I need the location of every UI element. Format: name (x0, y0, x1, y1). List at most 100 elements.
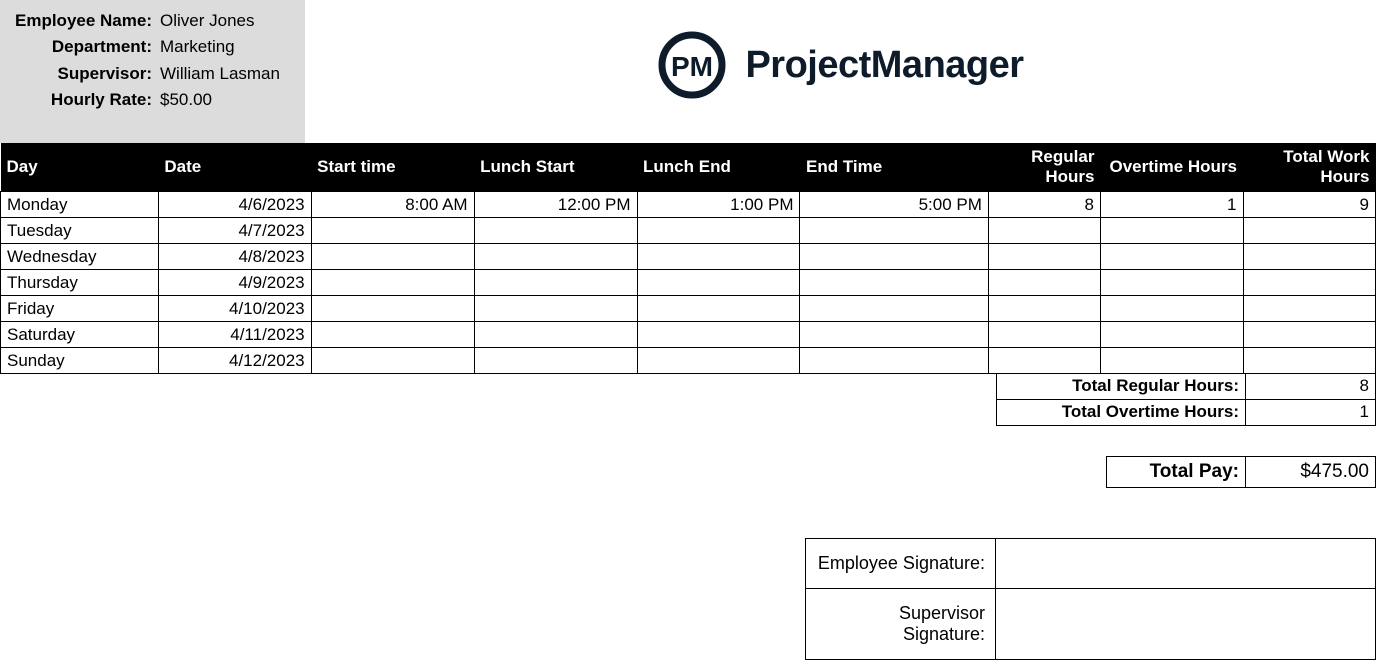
table-row: Sunday4/12/2023 (1, 348, 1376, 374)
overtime-hours-cell[interactable] (1100, 348, 1243, 374)
svg-text:PM: PM (671, 51, 713, 82)
total-hours-cell[interactable] (1243, 218, 1375, 244)
brand-name: ProjectManager (745, 44, 1023, 87)
lunch-start-cell[interactable] (474, 270, 637, 296)
supervisor-signature-field[interactable] (996, 589, 1376, 660)
start-time-cell[interactable] (311, 348, 474, 374)
regular-hours-cell[interactable] (988, 322, 1100, 348)
start-time-cell[interactable] (311, 218, 474, 244)
supervisor-value: William Lasman (160, 61, 295, 87)
regular-hours-cell[interactable] (988, 218, 1100, 244)
day-cell: Monday (1, 192, 159, 218)
day-cell: Friday (1, 296, 159, 322)
lunch-end-cell[interactable] (637, 218, 800, 244)
end-time-cell[interactable] (800, 270, 988, 296)
start-time-cell[interactable] (311, 296, 474, 322)
department-label: Department: (10, 34, 160, 60)
col-day: Day (1, 143, 159, 192)
day-cell: Sunday (1, 348, 159, 374)
lunch-start-cell[interactable] (474, 296, 637, 322)
lunch-end-cell[interactable] (637, 322, 800, 348)
regular-hours-cell[interactable]: 8 (988, 192, 1100, 218)
end-time-cell[interactable]: 5:00 PM (800, 192, 988, 218)
lunch-start-cell[interactable]: 12:00 PM (474, 192, 637, 218)
day-cell: Saturday (1, 322, 159, 348)
lunch-start-cell[interactable] (474, 348, 637, 374)
date-cell[interactable]: 4/12/2023 (158, 348, 311, 374)
start-time-cell[interactable] (311, 270, 474, 296)
day-cell: Thursday (1, 270, 159, 296)
day-cell: Tuesday (1, 218, 159, 244)
employee-signature-field[interactable] (996, 539, 1376, 589)
total-hours-cell[interactable] (1243, 244, 1375, 270)
end-time-cell[interactable] (800, 348, 988, 374)
brand-block: PM ProjectManager (305, 0, 1376, 100)
date-cell[interactable]: 4/11/2023 (158, 322, 311, 348)
total-hours-cell[interactable]: 9 (1243, 192, 1375, 218)
employee-name-label: Employee Name: (10, 8, 160, 34)
end-time-cell[interactable] (800, 218, 988, 244)
regular-hours-cell[interactable] (988, 244, 1100, 270)
supervisor-label: Supervisor: (10, 61, 160, 87)
supervisor-signature-label: Supervisor Signature: (806, 589, 996, 660)
start-time-cell[interactable]: 8:00 AM (311, 192, 474, 218)
col-lunch-start: Lunch Start (474, 143, 637, 192)
lunch-end-cell[interactable] (637, 244, 800, 270)
timesheet-table: Day Date Start time Lunch Start Lunch En… (0, 143, 1376, 374)
total-hours-cell[interactable] (1243, 322, 1375, 348)
department-value: Marketing (160, 34, 295, 60)
col-end-time: End Time (800, 143, 988, 192)
day-cell: Wednesday (1, 244, 159, 270)
employee-name-value: Oliver Jones (160, 8, 295, 34)
total-regular-hours-value: 8 (1246, 374, 1376, 400)
lunch-start-cell[interactable] (474, 322, 637, 348)
col-date: Date (158, 143, 311, 192)
total-pay-label: Total Pay: (1106, 456, 1246, 488)
overtime-hours-cell[interactable] (1100, 244, 1243, 270)
start-time-cell[interactable] (311, 244, 474, 270)
lunch-end-cell[interactable]: 1:00 PM (637, 192, 800, 218)
total-hours-cell[interactable] (1243, 270, 1375, 296)
col-total-work-hours: Total Work Hours (1243, 143, 1375, 192)
lunch-end-cell[interactable] (637, 270, 800, 296)
col-regular-hours: Regular Hours (988, 143, 1100, 192)
regular-hours-cell[interactable] (988, 348, 1100, 374)
table-row: Saturday4/11/2023 (1, 322, 1376, 348)
date-cell[interactable]: 4/9/2023 (158, 270, 311, 296)
regular-hours-cell[interactable] (988, 270, 1100, 296)
start-time-cell[interactable] (311, 322, 474, 348)
date-cell[interactable]: 4/8/2023 (158, 244, 311, 270)
overtime-hours-cell[interactable] (1100, 270, 1243, 296)
employee-signature-label: Employee Signature: (806, 539, 996, 589)
lunch-end-cell[interactable] (637, 296, 800, 322)
lunch-start-cell[interactable] (474, 218, 637, 244)
lunch-end-cell[interactable] (637, 348, 800, 374)
col-lunch-end: Lunch End (637, 143, 800, 192)
total-regular-hours-label: Total Regular Hours: (996, 374, 1246, 400)
total-overtime-hours-label: Total Overtime Hours: (996, 400, 1246, 426)
overtime-hours-cell[interactable] (1100, 296, 1243, 322)
total-hours-cell[interactable] (1243, 348, 1375, 374)
overtime-hours-cell[interactable]: 1 (1100, 192, 1243, 218)
total-pay-value: $475.00 (1246, 456, 1376, 488)
date-cell[interactable]: 4/10/2023 (158, 296, 311, 322)
regular-hours-cell[interactable] (988, 296, 1100, 322)
total-hours-cell[interactable] (1243, 296, 1375, 322)
end-time-cell[interactable] (800, 322, 988, 348)
end-time-cell[interactable] (800, 244, 988, 270)
table-row: Friday4/10/2023 (1, 296, 1376, 322)
pm-logo-icon: PM (657, 30, 727, 100)
date-cell[interactable]: 4/7/2023 (158, 218, 311, 244)
overtime-hours-cell[interactable] (1100, 322, 1243, 348)
end-time-cell[interactable] (800, 296, 988, 322)
table-row: Tuesday4/7/2023 (1, 218, 1376, 244)
col-overtime-hours: Overtime Hours (1100, 143, 1243, 192)
date-cell[interactable]: 4/6/2023 (158, 192, 311, 218)
table-row: Wednesday4/8/2023 (1, 244, 1376, 270)
overtime-hours-cell[interactable] (1100, 218, 1243, 244)
signature-table: Employee Signature: Supervisor Signature… (805, 538, 1376, 660)
lunch-start-cell[interactable] (474, 244, 637, 270)
employee-info-block: Employee Name: Oliver Jones Department: … (0, 0, 305, 143)
table-row: Monday4/6/20238:00 AM12:00 PM1:00 PM5:00… (1, 192, 1376, 218)
table-row: Thursday4/9/2023 (1, 270, 1376, 296)
